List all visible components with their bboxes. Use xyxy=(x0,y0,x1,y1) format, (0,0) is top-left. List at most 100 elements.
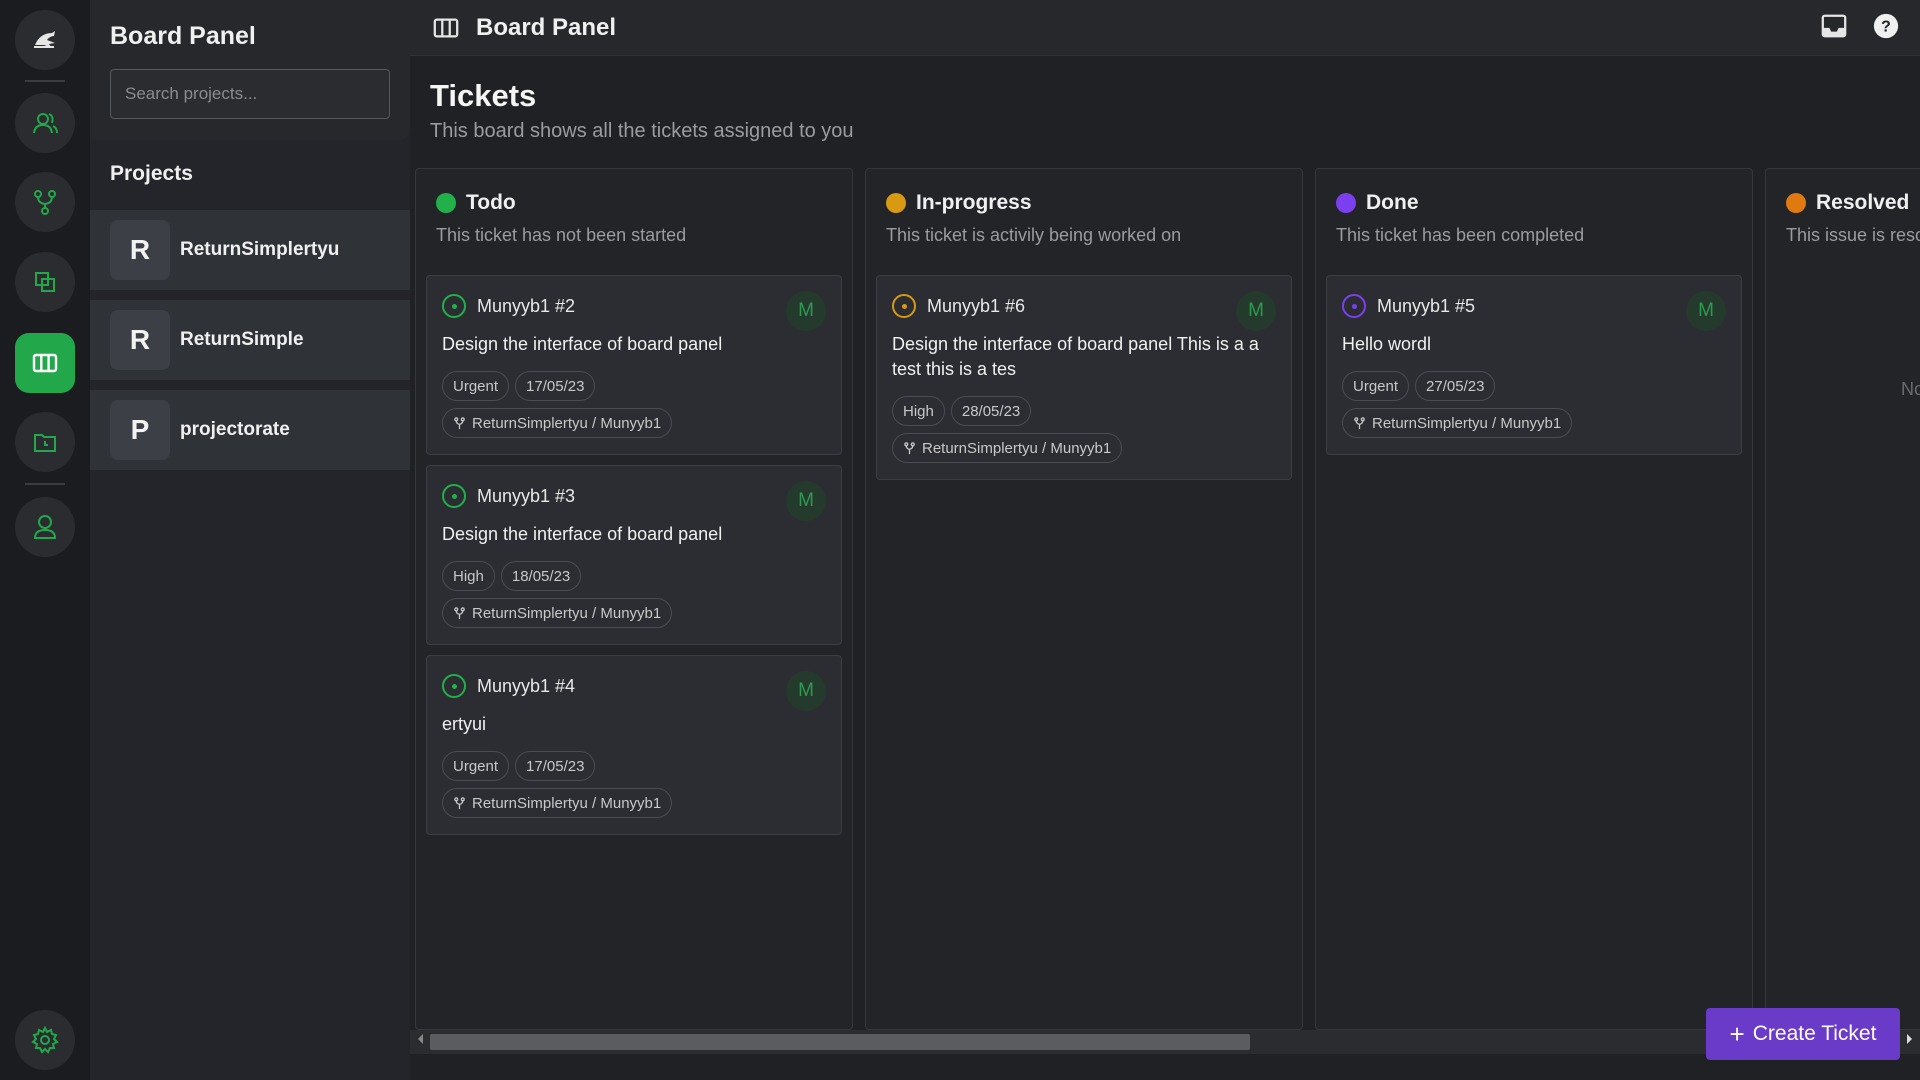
page-title: Tickets xyxy=(430,78,537,113)
sidebar-header: Board Panel xyxy=(90,0,410,140)
ticket-id: Munyyb1 #3 xyxy=(477,485,576,506)
projects-heading: Projects xyxy=(110,162,193,185)
layers-icon[interactable] xyxy=(15,252,75,312)
column-todo: Todo This ticket has not been started Mu… xyxy=(415,168,853,1030)
date-tag: 17/05/23 xyxy=(515,751,596,781)
project-name: projectorate xyxy=(180,419,290,440)
assignee-avatar[interactable]: M xyxy=(786,671,826,711)
scroll-right-arrow-icon[interactable] xyxy=(1907,1034,1912,1044)
rail-divider xyxy=(25,483,65,485)
help-icon[interactable]: ? xyxy=(1872,12,1900,40)
board-columns-icon xyxy=(433,17,459,38)
priority-tag: High xyxy=(892,396,945,426)
project-avatar: P xyxy=(110,400,170,460)
assignee-avatar[interactable]: M xyxy=(786,481,826,521)
ticket-title: ertyui xyxy=(442,714,487,734)
create-ticket-label: Create Ticket xyxy=(1752,1022,1877,1045)
ticket-card[interactable]: Munyyb1 #4 M ertyui Urgent 17/05/23 Retu… xyxy=(426,655,842,835)
column-title: Done xyxy=(1366,191,1419,214)
repo-path: ReturnSimplertyu / Munyyb1 xyxy=(472,604,662,622)
users-icon[interactable] xyxy=(15,93,75,153)
date-tag: 27/05/23 xyxy=(1415,371,1496,401)
ticket-id: Munyyb1 #4 xyxy=(477,675,576,696)
ticket-title: Design the interface of board panel xyxy=(442,524,723,544)
ticket-id: Munyyb1 #2 xyxy=(477,295,576,316)
todo-status-icon xyxy=(442,294,466,318)
icon-rail xyxy=(0,0,90,1080)
resolved-status-dot xyxy=(1786,193,1806,213)
date-tag: 18/05/23 xyxy=(500,561,582,591)
assignee-avatar[interactable]: M xyxy=(786,291,826,331)
priority-tag: Urgent xyxy=(442,751,510,781)
repo-tag: ReturnSimplertyu / Munyyb1 xyxy=(442,788,673,818)
empty-column-text: Nc xyxy=(1901,379,1920,399)
in-progress-status-dot xyxy=(886,193,906,213)
assignee-avatar[interactable]: M xyxy=(1686,291,1726,331)
page-subtitle: This board shows all the tickets assigne… xyxy=(430,120,854,142)
ticket-card[interactable]: Munyyb1 #3 M Design the interface of boa… xyxy=(426,465,842,645)
column-description: This ticket has not been started xyxy=(436,225,687,245)
board-columns-icon[interactable] xyxy=(15,333,75,393)
project-item[interactable]: R ReturnSimplertyu xyxy=(90,210,410,290)
git-branch-icon[interactable] xyxy=(15,172,75,232)
ticket-id: Munyyb1 #5 xyxy=(1377,295,1476,316)
header-title: Board Panel xyxy=(476,13,617,41)
project-item[interactable]: P projectorate xyxy=(90,390,410,470)
scrollbar-thumb[interactable] xyxy=(430,1034,1250,1050)
project-item[interactable]: R ReturnSimple xyxy=(90,300,410,380)
priority-tag: High xyxy=(442,561,495,591)
search-projects-input[interactable] xyxy=(110,69,390,119)
column-title: In-progress xyxy=(916,191,1032,214)
repo-tag: ReturnSimplertyu / Munyyb1 xyxy=(1342,408,1573,438)
ticket-card[interactable]: Munyyb1 #2 M Design the interface of boa… xyxy=(426,275,842,455)
ticket-card[interactable]: Munyyb1 #6 M Design the interface of boa… xyxy=(876,275,1292,480)
ticket-id: Munyyb1 #6 xyxy=(927,295,1026,316)
repo-path: ReturnSimplertyu / Munyyb1 xyxy=(472,414,662,432)
column-in-progress: In-progress This ticket is activily bein… xyxy=(865,168,1303,1030)
board-horizontal-scrollbar[interactable] xyxy=(410,1030,1920,1054)
column-title: Todo xyxy=(466,191,516,214)
column-description: This ticket has been completed xyxy=(1336,225,1585,245)
calendar-folder-icon[interactable] xyxy=(15,412,75,472)
ticket-card[interactable]: Munyyb1 #5 M Hello wordl Urgent 27/05/23… xyxy=(1326,275,1742,455)
todo-status-dot xyxy=(436,193,456,213)
git-fork-icon xyxy=(904,441,915,454)
repo-tag: ReturnSimplertyu / Munyyb1 xyxy=(892,433,1123,463)
project-name: ReturnSimple xyxy=(180,329,304,350)
column-resolved: Resolved This issue is reso Nc xyxy=(1765,168,1920,1030)
ticket-board: Todo This ticket has not been started Mu… xyxy=(415,168,1920,1030)
ticket-title: Design the interface of board panel This… xyxy=(892,334,1259,379)
git-fork-icon xyxy=(454,416,465,429)
settings-gear-icon[interactable] xyxy=(15,1010,75,1070)
create-ticket-button[interactable]: + Create Ticket xyxy=(1706,1008,1900,1060)
column-description: This issue is reso xyxy=(1786,225,1920,245)
top-header: Board Panel ? xyxy=(410,0,1920,56)
column-title: Resolved xyxy=(1816,191,1910,214)
project-avatar: R xyxy=(110,310,170,370)
repo-path: ReturnSimplertyu / Munyyb1 xyxy=(1372,414,1562,432)
done-status-dot xyxy=(1336,193,1356,213)
svg-text:?: ? xyxy=(1881,19,1891,36)
assignee-avatar[interactable]: M xyxy=(1236,291,1276,331)
git-fork-icon xyxy=(1354,416,1365,429)
in-progress-status-icon xyxy=(892,294,916,318)
plus-icon: + xyxy=(1729,1019,1745,1049)
project-avatar: R xyxy=(110,220,170,280)
repo-path: ReturnSimplertyu / Munyyb1 xyxy=(922,439,1112,457)
repo-tag: ReturnSimplertyu / Munyyb1 xyxy=(442,598,673,628)
inbox-icon[interactable] xyxy=(1820,12,1848,40)
ticket-title: Hello wordl xyxy=(1342,334,1432,354)
column-description: This ticket is activily being worked on xyxy=(886,225,1182,245)
user-profile-icon[interactable] xyxy=(15,497,75,557)
done-status-icon xyxy=(1342,294,1366,318)
todo-status-icon xyxy=(442,484,466,508)
date-tag: 28/05/23 xyxy=(950,396,1032,426)
ticket-title: Design the interface of board panel xyxy=(442,334,723,354)
git-fork-icon xyxy=(454,606,465,619)
logo-icon[interactable] xyxy=(15,10,75,70)
git-fork-icon xyxy=(454,796,465,809)
priority-tag: Urgent xyxy=(442,371,510,401)
scroll-left-arrow-icon[interactable] xyxy=(418,1034,423,1044)
repo-path: ReturnSimplertyu / Munyyb1 xyxy=(472,794,662,812)
priority-tag: Urgent xyxy=(1342,371,1410,401)
